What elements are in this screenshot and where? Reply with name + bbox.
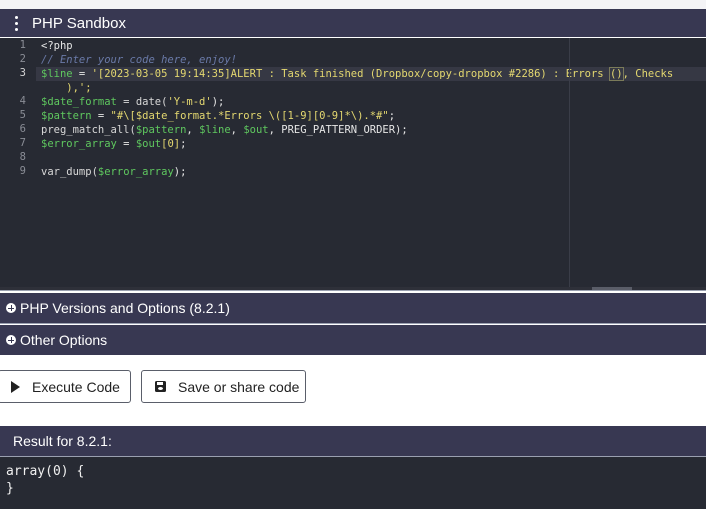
code-variable: $out — [243, 124, 269, 136]
code-string: "#\[$date_format.*Errors \([1-9][0-9]*\)… — [110, 110, 389, 122]
code-line-2: // Enter your code here, enjoy! — [41, 53, 237, 67]
code-variable: $error_array — [41, 138, 117, 150]
code-punctuation: ; — [180, 138, 187, 150]
code-editor[interactable]: 1 2 3 4 5 6 7 8 9 <?php // Enter your co… — [0, 38, 706, 290]
page-title: PHP Sandbox — [32, 14, 126, 32]
result-title: Result for 8.2.1: — [13, 433, 112, 449]
code-string: ),'; — [41, 82, 92, 94]
execute-code-button[interactable]: Execute Code — [0, 370, 131, 403]
code-string: , Checks — [622, 68, 674, 80]
matching-bracket: () — [608, 67, 624, 81]
code-comment: // Enter your code here, enjoy! — [41, 54, 237, 66]
line-number: 7 — [19, 137, 26, 149]
kebab-menu-icon[interactable] — [0, 14, 32, 32]
line-number: 9 — [19, 165, 26, 177]
line-number: 3 — [19, 67, 26, 79]
save-share-button[interactable]: Save or share code — [141, 370, 306, 403]
code-line-6: preg_match_all($pattern, $line, $out, PR… — [41, 123, 408, 137]
line-number: 1 — [19, 39, 26, 51]
result-output: array(0) { } — [0, 456, 706, 509]
code-line-4: $date_format = date('Y-m-d'); — [41, 95, 224, 109]
code-operator: = — [72, 68, 92, 80]
other-options-panel-toggle[interactable]: Other Options — [0, 325, 706, 355]
php-versions-panel-toggle[interactable]: PHP Versions and Options (8.2.1) — [0, 293, 706, 323]
code-function: = date( — [116, 96, 168, 108]
code-punctuation: , PREG_PATTERN_ORDER); — [268, 124, 408, 136]
code-line-7: $error_array = $out[0]; — [41, 137, 186, 151]
panel-label: Other Options — [20, 332, 108, 348]
code-variable: $pattern — [41, 110, 92, 122]
button-label: Execute Code — [32, 378, 120, 395]
code-index: [0] — [161, 138, 181, 150]
code-line-9: var_dump($error_array); — [41, 165, 186, 179]
code-punctuation: ); — [211, 96, 225, 108]
code-line-3-wrap: ),'; — [41, 81, 92, 95]
code-line-1: <?php — [41, 39, 73, 53]
line-number: 8 — [19, 151, 26, 163]
play-icon — [11, 380, 20, 393]
code-variable: $line — [41, 68, 73, 80]
code-line-5: $pattern = "#\[$date_format.*Errors \([1… — [41, 109, 395, 123]
code-variable: $date_format — [41, 96, 117, 108]
top-strip — [0, 0, 706, 9]
plus-circle-icon — [6, 335, 16, 345]
panel-label: PHP Versions and Options (8.2.1) — [20, 300, 230, 316]
php-open-tag: <?php — [41, 40, 73, 52]
button-label: Save or share code — [178, 378, 300, 395]
divider — [0, 323, 706, 324]
code-variable: $pattern — [135, 124, 187, 136]
code-variable: $error_array — [97, 166, 174, 178]
code-punctuation: , — [230, 124, 244, 136]
divider — [0, 290, 706, 291]
code-variable: $out — [135, 138, 162, 150]
code-punctuation: ); — [173, 166, 187, 178]
print-margin-line — [569, 38, 570, 290]
code-function: var_dump( — [41, 166, 98, 178]
result-header: Result for 8.2.1: — [0, 426, 706, 456]
code-operator: = — [116, 138, 136, 150]
plus-circle-icon — [6, 303, 16, 313]
code-punctuation: , — [186, 124, 200, 136]
code-line-3: $line = '[2023-03-05 19:14:35]ALERT : Ta… — [41, 67, 673, 81]
line-number-gutter: 1 2 3 4 5 6 7 8 9 — [0, 38, 36, 290]
code-function: preg_match_all( — [41, 124, 136, 136]
code-string: 'Y-m-d' — [167, 96, 212, 108]
line-number: 6 — [19, 123, 26, 135]
save-disk-icon — [155, 381, 166, 392]
code-variable: $line — [199, 124, 231, 136]
app-header: PHP Sandbox — [0, 9, 706, 37]
line-number: 2 — [19, 53, 26, 65]
code-operator: = — [91, 110, 111, 122]
line-number: 5 — [19, 109, 26, 121]
code-string: '[2023-03-05 19:14:35]ALERT : Task finis… — [91, 68, 610, 80]
line-number: 4 — [19, 95, 26, 107]
code-content[interactable]: <?php // Enter your code here, enjoy! $l… — [41, 38, 673, 178]
code-punctuation: ; — [388, 110, 396, 122]
